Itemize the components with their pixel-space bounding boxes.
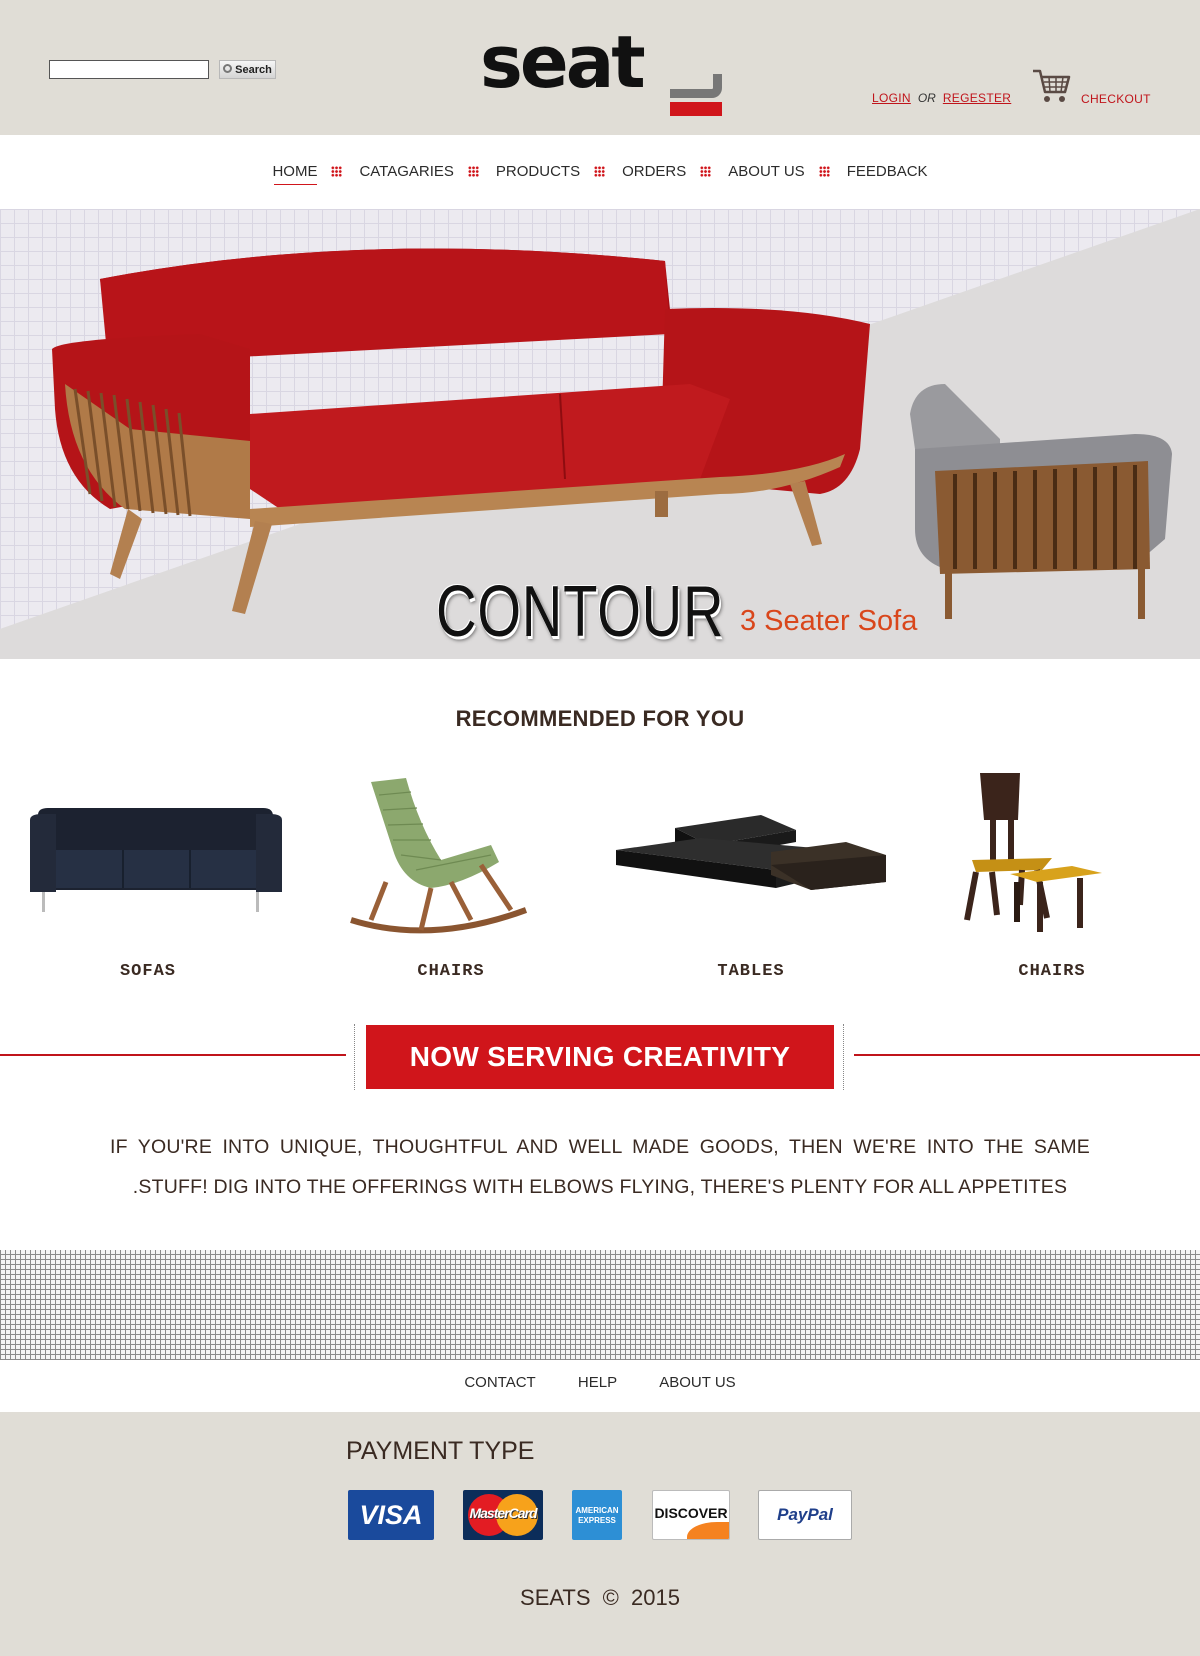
logo-text: seat [480,20,646,104]
nav-separator-icon [331,166,343,177]
logo-mark-red [670,102,722,116]
amex-card-icon: AMERICAN EXPRESS [572,1490,622,1540]
site-footer: PAYMENT TYPE VISA MasterCard AMERICAN EX… [0,1412,1200,1656]
visa-label: VISA [359,1500,423,1530]
rec-card-chairs[interactable]: CHAIRS [311,770,591,990]
discover-card-icon: DISCOVER [652,1490,730,1540]
hero-banner[interactable]: CONTOUR 3 Seater Sofa [0,209,1200,659]
hero-subtitle: 3 Seater Sofa [740,605,918,637]
auth-links: LOGIN OR REGESTER [872,91,1011,105]
rocking-chair-image [350,778,528,934]
login-link[interactable]: LOGIN [872,91,911,105]
coffee-table-image [616,815,886,890]
mastercard-label: MasterCard [469,1505,537,1521]
search-button[interactable]: Search [219,60,276,79]
rec-card-chairs-2[interactable]: CHAIRS [912,770,1192,990]
rec-label: CHAIRS [1018,962,1086,981]
rec-label: CHAIRS [417,962,485,981]
or-text: OR [917,91,936,105]
discover-accent [687,1522,729,1539]
hero-title: CONTOUR [436,572,725,652]
sofa-image [30,808,282,912]
banner-rule-right [854,1054,1200,1056]
site-header: Search seat LOGIN OR REGESTER CHECKOUT [0,0,1200,135]
visa-card-icon: VISA [348,1490,434,1540]
nav-item-products[interactable]: PRODUCTS [496,163,580,180]
search-input[interactable] [49,60,209,79]
nav-item-feedback[interactable]: FEEDBACK [847,163,928,180]
search-button-label: Search [235,63,272,76]
banner-rule-left [0,1054,346,1056]
rec-label: TABLES [717,962,785,981]
copyright-text: SEATS © 2015 [520,1585,680,1610]
nav-item-catagaries[interactable]: CATAGARIES [359,163,453,180]
logo-mark-grey [670,74,722,98]
footer-link-about-us[interactable]: ABOUT US [659,1374,735,1391]
nav-item-home[interactable]: HOME [272,163,318,185]
tagline-text: IF YOU'RE INTO UNIQUE, THOUGHTFUL AND WE… [110,1136,1090,1198]
footer-link-contact[interactable]: CONTACT [464,1374,535,1391]
decorative-pattern [0,1250,1200,1360]
main-nav: HOME CATAGARIES PRODUCTS ORDERS ABOUT US FEED… [0,135,1200,208]
nav-separator-icon [594,166,606,177]
creativity-banner: NOW SERVING CREATIVITY [366,1025,834,1089]
nav-item-about-us[interactable]: ABOUT US [728,163,804,180]
nav-separator-icon [818,166,830,177]
nav-item-orders[interactable]: ORDERS [622,163,686,180]
footer-link-help[interactable]: HELP [578,1374,617,1391]
recommended-title: RECOMMENDED FOR YOU [455,706,745,731]
payment-title: PAYMENT TYPE [346,1437,535,1465]
rec-card-tables[interactable]: TABLES [611,770,891,990]
discover-label: DISCOVER [654,1505,728,1521]
rec-label: SOFAS [119,962,176,981]
mastercard-icon: MasterCard [463,1490,543,1540]
nav-separator-icon [700,166,712,177]
footer-links: CONTACT HELP ABOUT US [0,1374,1200,1391]
rec-card-sofas[interactable]: SOFAS [8,770,288,990]
amex-label: AMERICAN EXPRESS [575,1506,619,1525]
paypal-card-icon: PayPal [758,1490,852,1540]
checkout-link[interactable]: CHECKOUT [1081,92,1151,106]
paypal-label: PayPal [777,1505,833,1524]
search-icon [223,64,232,73]
site-logo[interactable]: seat [480,18,730,118]
nav-separator-icon [467,166,479,177]
cart-icon[interactable] [1032,68,1072,106]
register-link[interactable]: REGESTER [943,91,1011,105]
chair-stool-image [964,773,1102,932]
